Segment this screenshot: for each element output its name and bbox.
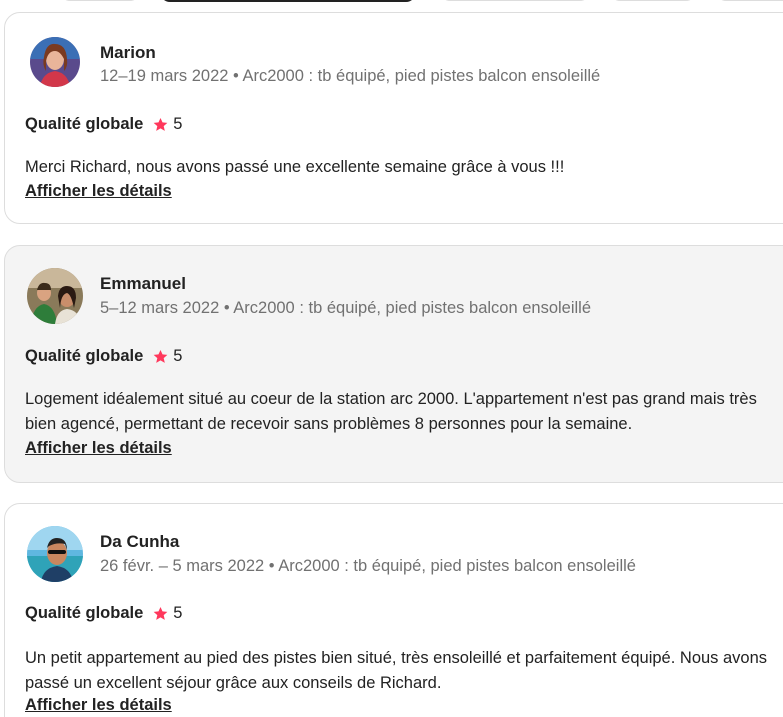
filter-chip[interactable] [716, 0, 783, 1]
show-details-link[interactable]: Afficher les détails [25, 439, 172, 458]
star-icon [153, 606, 168, 621]
filter-chip-selected[interactable] [160, 0, 416, 2]
show-details-link[interactable]: Afficher les détails [25, 182, 172, 201]
review-text: Logement idéalement situé au coeur de la… [25, 390, 757, 433]
rating-row: Qualité globale 5 [25, 347, 182, 366]
review-card[interactable]: Emmanuel 5–12 mars 2022 • Arc2000 : tb é… [4, 245, 783, 483]
avatar[interactable] [27, 268, 83, 324]
star-icon [153, 349, 168, 364]
rating-label: Qualité globale [25, 115, 144, 133]
stay-info: 5–12 mars 2022 • Arc2000 : tb équipé, pi… [100, 299, 592, 317]
show-details-link[interactable]: Afficher les détails [25, 696, 172, 715]
rating-value: 5 [173, 347, 183, 365]
stay-info: 12–19 mars 2022 • Arc2000 : tb équipé, p… [100, 67, 601, 85]
star-icon [153, 117, 168, 132]
rating-value: 5 [173, 115, 183, 133]
reviewer-name: Da Cunha [100, 532, 180, 551]
rating-value: 5 [173, 604, 183, 622]
avatar[interactable] [27, 526, 83, 582]
review-text: Un petit appartement au pied des pistes … [25, 649, 768, 692]
review-card[interactable]: Marion 12–19 mars 2022 • Arc2000 : tb éq… [4, 12, 783, 224]
rating-row: Qualité globale 5 [25, 115, 182, 134]
avatar[interactable] [30, 37, 80, 87]
reviewer-name: Marion [100, 43, 156, 62]
reviews-page: Marion 12–19 mars 2022 • Arc2000 : tb éq… [0, 0, 783, 717]
review-text: Merci Richard, nous avons passé une exce… [25, 158, 565, 176]
filter-chip[interactable] [440, 0, 590, 1]
reviewer-name: Emmanuel [100, 274, 186, 293]
review-card[interactable]: Da Cunha 26 févr. – 5 mars 2022 • Arc200… [4, 503, 783, 717]
filter-chip[interactable] [60, 0, 140, 1]
filter-chip[interactable] [610, 0, 696, 1]
rating-label: Qualité globale [25, 347, 144, 365]
rating-label: Qualité globale [25, 604, 144, 622]
rating-row: Qualité globale 5 [25, 604, 182, 623]
filter-chips-row [0, 0, 783, 2]
stay-info: 26 févr. – 5 mars 2022 • Arc2000 : tb éq… [100, 557, 636, 575]
